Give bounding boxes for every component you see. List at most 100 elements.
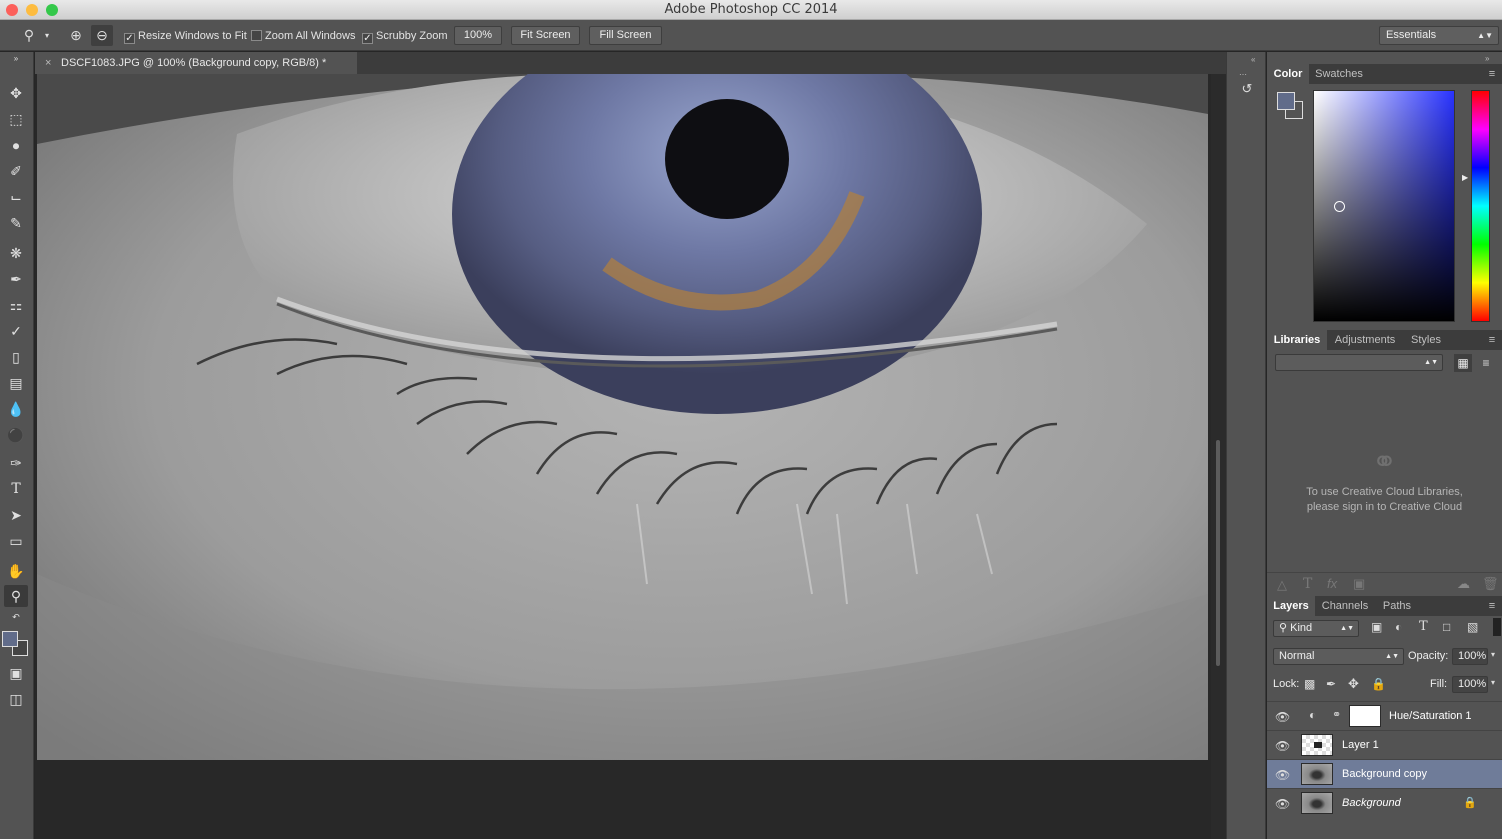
collapse-dock-icon[interactable]: « <box>1251 55 1255 64</box>
workspace-select[interactable]: Essentials ▲▼ <box>1379 26 1499 45</box>
visibility-eye-icon[interactable]: 👁 <box>1275 739 1290 753</box>
fit-screen-button[interactable]: Fit Screen <box>511 26 580 45</box>
gradient-tool-icon[interactable]: ▤ <box>4 372 28 394</box>
quick-mask-icon[interactable]: ▣ <box>4 662 28 684</box>
zoom-out-icon[interactable]: ⊖ <box>91 25 113 46</box>
swap-colors-icon[interactable]: ↶ <box>4 610 28 624</box>
layer-mask-thumbnail[interactable] <box>1349 705 1381 727</box>
healing-brush-tool-icon[interactable]: ❋ <box>4 242 28 264</box>
crop-tool-icon[interactable]: ⌙ <box>4 186 28 208</box>
visibility-eye-icon[interactable]: 👁 <box>1275 797 1290 811</box>
layer-row-layer-1[interactable]: 👁 Layer 1 <box>1267 730 1502 759</box>
hand-tool-icon[interactable]: ✋ <box>4 560 28 582</box>
opacity-dropdown-icon[interactable]: ▾ <box>1491 650 1495 659</box>
expand-panels-icon[interactable]: » <box>1485 54 1489 63</box>
canvas-area[interactable] <box>35 74 1211 839</box>
scrubby-zoom-checkbox[interactable]: ✓ Scrubby Zoom <box>362 27 448 45</box>
zoom-all-windows-checkbox[interactable]: Zoom All Windows <box>251 27 355 45</box>
color-field-picker[interactable] <box>1313 90 1455 322</box>
tab-paths[interactable]: Paths <box>1375 596 1419 616</box>
lock-all-icon[interactable]: 🔒 <box>1371 677 1386 691</box>
visibility-eye-icon[interactable]: 👁 <box>1275 768 1290 782</box>
scrollbar-thumb[interactable] <box>1215 439 1221 667</box>
layer-thumbnail[interactable] <box>1301 792 1333 814</box>
move-tool-icon[interactable]: ✥ <box>4 82 28 104</box>
brush-tool-icon[interactable]: ✒ <box>4 268 28 290</box>
eyedropper-tool-icon[interactable]: ✎ <box>4 212 28 234</box>
tab-styles[interactable]: Styles <box>1403 330 1449 350</box>
tab-libraries[interactable]: Libraries <box>1267 330 1327 350</box>
opacity-input[interactable]: 100% <box>1452 648 1488 665</box>
add-color-icon[interactable]: △ <box>1277 577 1287 593</box>
filter-toggle[interactable] <box>1493 618 1501 636</box>
screen-mode-icon[interactable]: ◫ <box>4 688 28 710</box>
zoom-tool-preset-icon[interactable]: ⚲ <box>18 25 40 46</box>
panel-menu-icon[interactable]: ≡ <box>1483 64 1501 84</box>
add-graphic-icon[interactable]: ▣ <box>1353 576 1365 592</box>
filter-type-icon[interactable]: T <box>1419 619 1428 634</box>
filter-shape-icon[interactable]: □ <box>1443 620 1450 634</box>
type-tool-icon[interactable]: T <box>4 478 28 500</box>
layer-filter-select[interactable]: ⚲ Kind ▲▼ <box>1273 620 1359 637</box>
lock-pixels-icon[interactable]: ✒ <box>1326 677 1336 691</box>
color-panel-tabs: Color Swatches ≡ <box>1267 64 1502 84</box>
vertical-scrollbar[interactable] <box>1211 74 1226 839</box>
path-selection-tool-icon[interactable]: ➤ <box>4 504 28 526</box>
fill-input[interactable]: 100% <box>1452 676 1488 693</box>
zoom-tool-icon[interactable]: ⚲ <box>4 585 28 607</box>
resize-windows-checkbox[interactable]: ✓ Resize Windows to Fit <box>124 27 247 45</box>
add-layer-style-icon[interactable]: fx <box>1327 576 1337 591</box>
cloud-sync-icon[interactable]: ☁ <box>1457 576 1470 592</box>
eraser-tool-icon[interactable]: ▯ <box>4 346 28 368</box>
marquee-tool-icon[interactable]: ⬚ <box>4 108 28 130</box>
history-panel-icon[interactable]: ↺ <box>1238 80 1256 98</box>
library-select[interactable]: ▲▼ <box>1275 354 1443 371</box>
quick-selection-tool-icon[interactable]: ✐ <box>4 160 28 182</box>
layer-row-background[interactable]: 👁 Background 🔒 <box>1267 788 1502 817</box>
layer-thumbnail[interactable] <box>1301 734 1333 756</box>
tab-layers[interactable]: Layers <box>1267 596 1315 616</box>
fill-screen-button[interactable]: Fill Screen <box>589 26 662 45</box>
tab-swatches[interactable]: Swatches <box>1309 64 1369 84</box>
zoom-100-button[interactable]: 100% <box>454 26 502 45</box>
document-tab[interactable]: × DSCF1083.JPG @ 100% (Background copy, … <box>35 52 357 74</box>
list-view-icon[interactable]: ≡ <box>1477 354 1495 372</box>
filter-pixel-icon[interactable]: ▣ <box>1371 620 1382 634</box>
hue-slider-arrow-icon[interactable]: ▶ <box>1462 173 1468 182</box>
layer-row-background-copy[interactable]: 👁 Background copy <box>1267 759 1502 788</box>
history-brush-tool-icon[interactable]: ✓ <box>4 320 28 342</box>
foreground-color-swatch[interactable] <box>2 631 18 647</box>
dodge-tool-icon[interactable]: ⚫ <box>4 424 28 446</box>
chevron-down-icon[interactable]: ▾ <box>45 27 49 45</box>
close-tab-icon[interactable]: × <box>45 52 51 74</box>
lock-position-icon[interactable]: ✥ <box>1348 676 1359 692</box>
tab-color[interactable]: Color <box>1267 64 1309 84</box>
add-character-style-icon[interactable]: T <box>1303 576 1312 592</box>
tab-channels[interactable]: Channels <box>1315 596 1375 616</box>
panel-menu-icon[interactable]: ≡ <box>1483 330 1501 350</box>
clone-stamp-tool-icon[interactable]: ⚏ <box>4 294 28 316</box>
layer-thumbnail[interactable] <box>1301 763 1333 785</box>
panel-menu-icon[interactable]: ≡ <box>1483 596 1501 616</box>
eye-photo-canvas[interactable] <box>37 74 1208 760</box>
color-picker-cursor[interactable] <box>1334 201 1345 212</box>
blur-tool-icon[interactable]: 💧 <box>4 398 28 420</box>
grid-view-icon[interactable]: ▦ <box>1454 354 1472 372</box>
rectangle-tool-icon[interactable]: ▭ <box>4 530 28 552</box>
filter-adjustment-icon[interactable]: ◐ <box>1395 620 1402 634</box>
filter-smart-object-icon[interactable]: ▧ <box>1467 620 1478 634</box>
zoom-in-icon[interactable]: ⊕ <box>65 25 87 46</box>
color-fg-swatch[interactable] <box>1277 92 1295 110</box>
lock-transparent-icon[interactable]: ▩ <box>1304 677 1315 691</box>
layer-row-hue-saturation[interactable]: 👁 ◐ ⚭ Hue/Saturation 1 <box>1267 701 1502 730</box>
collapse-toolbar-icon[interactable]: » <box>4 54 28 64</box>
hue-slider[interactable] <box>1471 90 1490 322</box>
delete-icon[interactable]: 🗑 <box>1482 576 1499 592</box>
blend-mode-select[interactable]: Normal ▲▼ <box>1273 648 1404 665</box>
pen-tool-icon[interactable]: ✑ <box>4 452 28 474</box>
fill-dropdown-icon[interactable]: ▾ <box>1491 678 1495 687</box>
tab-adjustments[interactable]: Adjustments <box>1327 330 1403 350</box>
link-icon[interactable]: ⚭ <box>1332 708 1341 721</box>
lasso-tool-icon[interactable]: ⦁ <box>4 134 28 156</box>
visibility-eye-icon[interactable]: 👁 <box>1275 710 1290 724</box>
